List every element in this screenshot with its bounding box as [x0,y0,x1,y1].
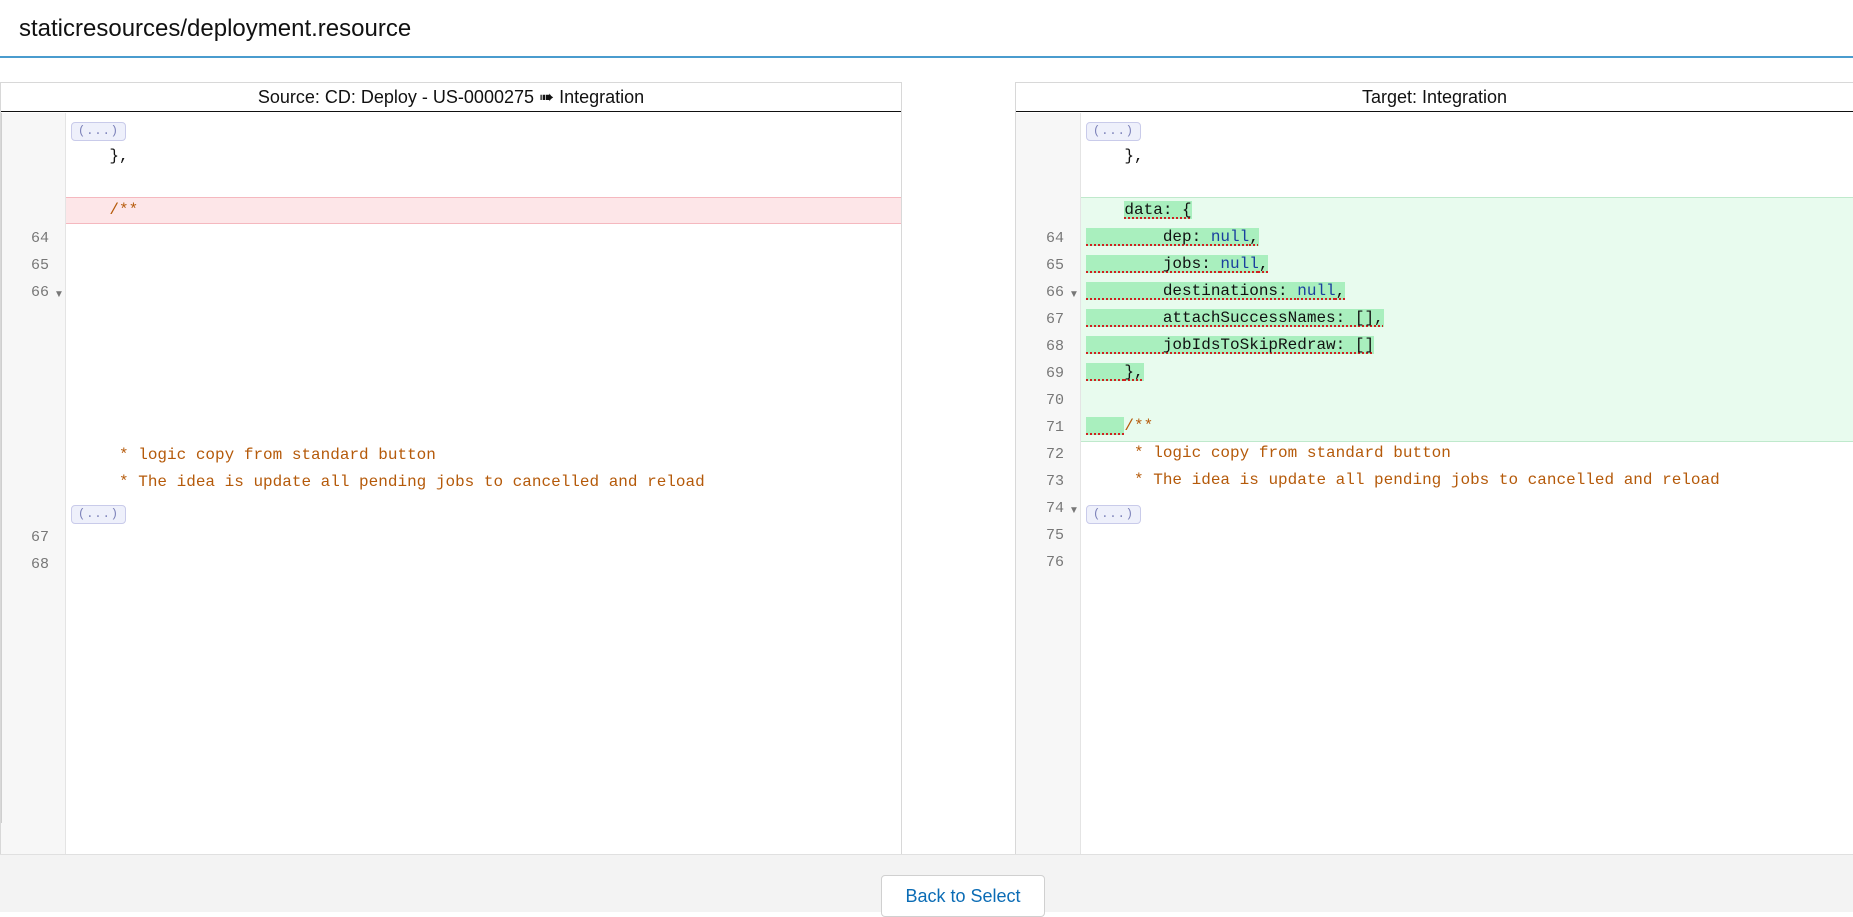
code-line: * The idea is update all pending jobs to… [119,473,705,491]
line-number: 68 [30,556,49,573]
fold-arrow-icon[interactable]: ▼ [1069,497,1079,524]
code-line: * logic copy from standard button [1134,444,1451,462]
fold-arrow-icon[interactable]: ▼ [1069,281,1079,308]
line-number: 69 [1045,365,1064,382]
code-line-added: jobIdsToSkipRedraw: [] [1081,332,1853,359]
line-number: 76 [1045,554,1064,571]
back-to-select-button[interactable]: Back to Select [881,875,1045,917]
line-number: 74 [1045,500,1064,517]
file-header: staticresources/deployment.resource [0,0,1853,58]
line-number: 64 [1045,230,1064,247]
source-pane-title: Source: CD: Deploy - US-0000275 ➠ Integr… [1,82,901,112]
source-gutter-edge [1,113,2,823]
file-path-title: staticresources/deployment.resource [19,15,412,42]
target-pane[interactable]: Target: Integration 64 65 66 ▼ 67 68 69 … [1015,82,1853,854]
line-number: 65 [30,257,49,274]
code-line-added: jobs: null, [1081,251,1853,278]
code-line-added: /** [1081,413,1853,440]
expand-collapsed-lines-button[interactable]: (...) [71,122,127,141]
line-number: 68 [1045,338,1064,355]
source-pane[interactable]: Source: CD: Deploy - US-0000275 ➠ Integr… [0,82,902,854]
target-code-area[interactable]: (...) }, data: { dep: null, jobs: null, … [1081,113,1853,854]
code-line-deleted: /** [109,201,139,219]
expand-collapsed-lines-button[interactable]: (...) [1086,505,1142,524]
code-line-added: }, [1081,359,1853,386]
code-line: }, [1124,147,1144,165]
line-number: 67 [30,529,49,546]
code-line-added: dep: null, [1081,224,1853,251]
target-pane-title: Target: Integration [1016,82,1853,112]
code-line-added: data: { [1124,201,1192,219]
code-line-added [1081,386,1853,413]
line-number: 66 [1045,284,1064,301]
line-number: 75 [1045,527,1064,544]
code-line-added: attachSuccessNames: [], [1081,305,1853,332]
line-number: 71 [1045,419,1064,436]
expand-collapsed-lines-button[interactable]: (...) [1086,122,1142,141]
expand-collapsed-lines-button[interactable]: (...) [71,505,127,524]
line-number: 64 [30,230,49,247]
line-number: 73 [1045,473,1064,490]
source-code-area[interactable]: (...) }, /** * logic copy from standard … [66,113,901,854]
line-number: 65 [1045,257,1064,274]
code-line: * logic copy from standard button [119,446,436,464]
fold-arrow-icon[interactable]: ▼ [54,281,64,308]
footer-bar: Back to Select [0,854,1853,917]
code-line: }, [109,147,129,165]
line-number: 67 [1045,311,1064,328]
code-line: * The idea is update all pending jobs to… [1134,471,1720,489]
line-number: 72 [1045,446,1064,463]
line-number: 66 [30,284,49,301]
code-line-added: destinations: null, [1081,278,1853,305]
line-number: 70 [1045,392,1064,409]
